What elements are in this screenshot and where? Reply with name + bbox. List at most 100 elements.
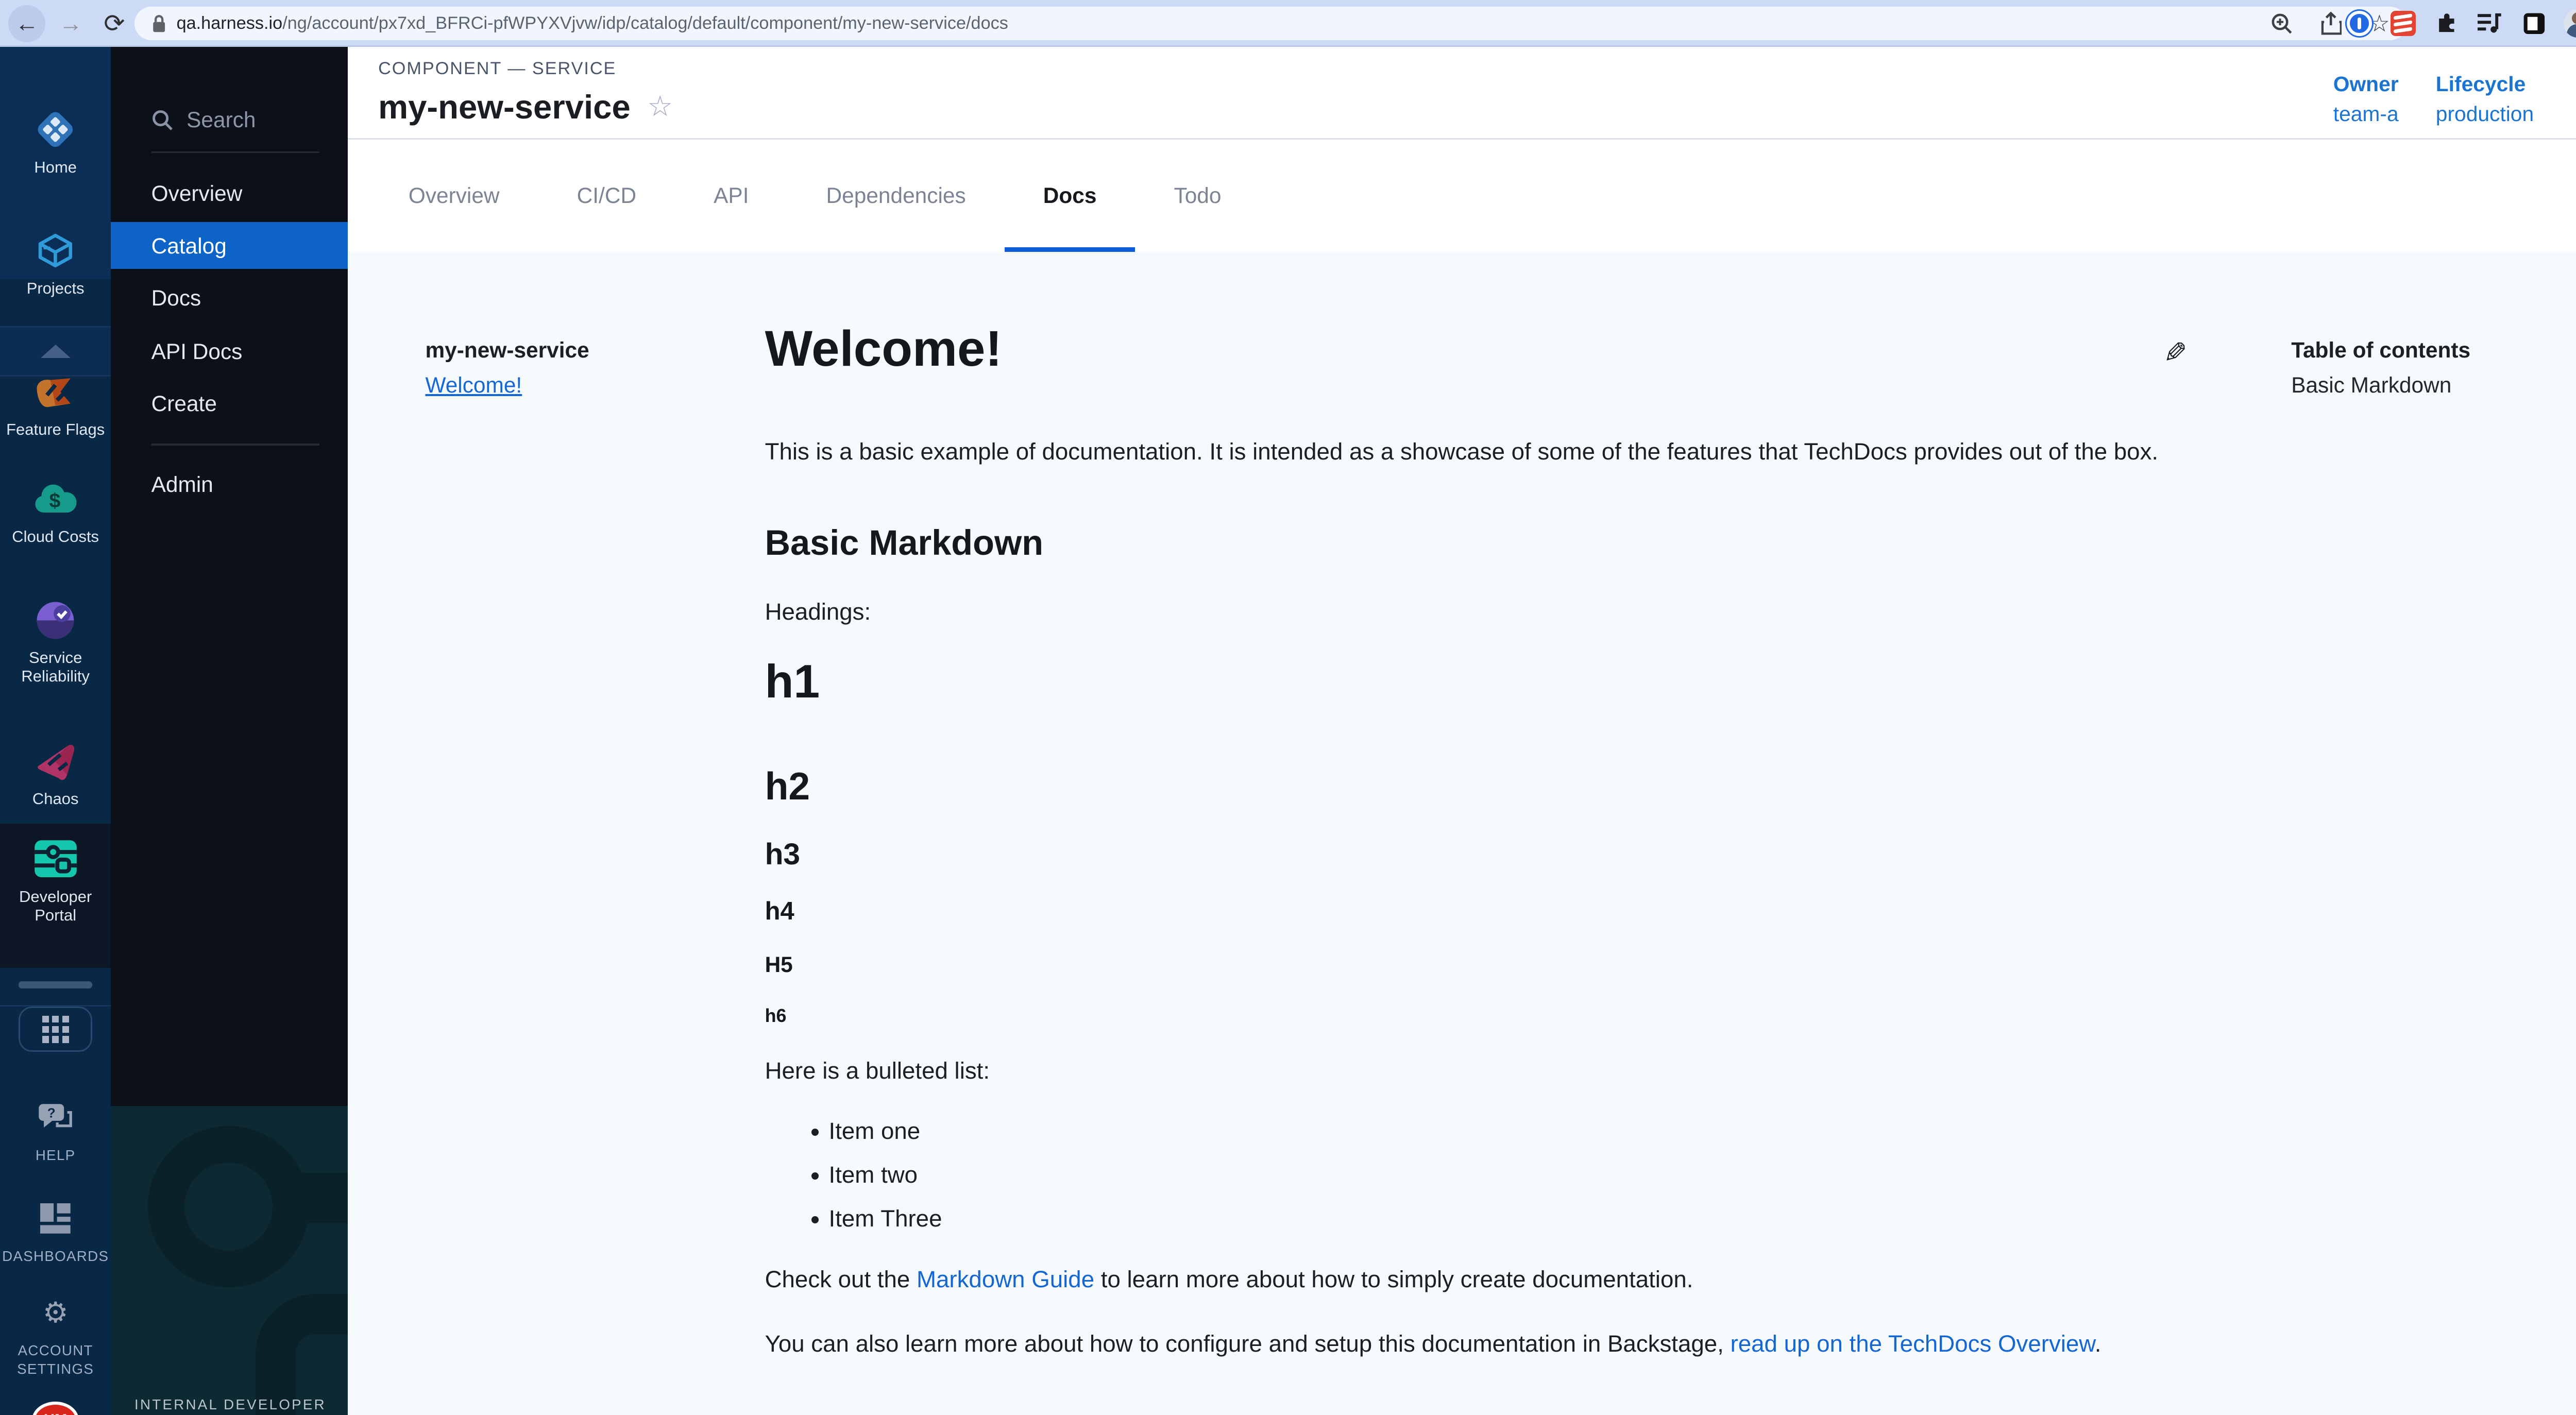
sidebar-item-catalog[interactable]: Catalog <box>111 222 348 269</box>
idp-sidebar: Search Overview Catalog Docs API Docs Cr… <box>111 47 348 1415</box>
tab-api[interactable]: API <box>675 140 787 252</box>
nav-label: Developer Portal <box>0 888 111 925</box>
nav-account-settings[interactable]: ⚙ ACCOUNT SETTINGS <box>0 1291 111 1378</box>
docs-content-area: my-new-service Welcome! ✎ Table of conte… <box>348 252 2576 1415</box>
rail-scroll-up[interactable] <box>0 326 111 377</box>
sidebar-item-overview[interactable]: Overview <box>151 181 243 206</box>
decorative-circuit <box>148 1126 309 1287</box>
feature-flags-icon <box>0 370 111 414</box>
nav-label: HELP <box>0 1146 111 1165</box>
lifecycle-meta[interactable]: Lifecycleproduction <box>2436 69 2534 129</box>
doc-heading-basic-markdown: Basic Markdown <box>765 522 2177 563</box>
nav-chaos[interactable]: Chaos <box>0 740 111 809</box>
brand-label-small: INTERNAL DEVELOPER <box>134 1396 326 1413</box>
sidebar-item-docs[interactable]: Docs <box>151 286 201 311</box>
list-item: Item one <box>829 1110 2177 1153</box>
profile-avatar[interactable] <box>2564 9 2576 38</box>
search-placeholder: Search <box>187 108 256 132</box>
entity-menu-kebab[interactable]: ⋮ <box>2570 77 2576 107</box>
toc-item-basic-markdown[interactable]: Basic Markdown <box>2291 373 2451 398</box>
onepassword-icon[interactable] <box>2345 9 2374 38</box>
chaos-icon <box>0 740 111 783</box>
doc-sample-h6: h6 <box>765 1005 2177 1027</box>
nav-label: Home <box>0 158 111 177</box>
zoom-search-icon[interactable] <box>2268 9 2296 38</box>
nav-service-reliability[interactable]: Service Reliability <box>0 599 111 686</box>
nav-feature-flags[interactable]: Feature Flags <box>0 370 111 439</box>
reload-icon[interactable]: ⟳ <box>96 5 133 42</box>
doc-body: Welcome! This is a basic example of docu… <box>765 252 2177 1415</box>
sidebar-item-admin[interactable]: Admin <box>151 472 213 497</box>
help-chat-icon: ? <box>0 1096 111 1139</box>
url-text: qa.harness.io/ng/account/px7xd_BFRCi-pfW… <box>177 13 1008 33</box>
doc-sample-h1: h1 <box>765 655 2177 709</box>
module-picker-button[interactable] <box>19 1007 93 1052</box>
nav-label: ACCOUNT SETTINGS <box>0 1341 111 1378</box>
sidebar-brand: INTERNAL DEVELOPER Portal <box>111 1106 348 1415</box>
list-item: Item two <box>829 1153 2177 1197</box>
svg-text:$: $ <box>49 490 60 512</box>
nav-dashboards[interactable]: DASHBOARDS <box>0 1197 111 1266</box>
browser-toolbar: ← → ⟳ qa.harness.io/ng/account/px7xd_BFR… <box>0 0 2576 47</box>
techdocs-overview-link[interactable]: read up on the TechDocs Overview <box>1731 1331 2095 1357</box>
extension-puzzle-icon[interactable] <box>2432 9 2461 38</box>
nav-projects[interactable]: Projects <box>0 229 111 298</box>
tab-todo[interactable]: Todo <box>1135 140 1260 252</box>
nav-label: Projects <box>0 279 111 298</box>
tab-dependencies[interactable]: Dependencies <box>788 140 1005 252</box>
docs-nav-title: my-new-service <box>425 338 589 363</box>
forward-arrow-icon[interactable]: → <box>52 5 89 42</box>
home-icon <box>0 108 111 151</box>
favorite-star-icon[interactable]: ☆ <box>647 92 673 121</box>
nav-label: Feature Flags <box>0 420 111 439</box>
chevron-up-icon <box>41 345 71 358</box>
sidebar-item-api-docs[interactable]: API Docs <box>151 339 243 364</box>
back-arrow-icon[interactable]: ← <box>8 5 45 42</box>
breadcrumb: COMPONENT — SERVICE <box>378 59 616 79</box>
doc-heading-table-example: Table Example <box>765 1413 2177 1415</box>
nav-label: Chaos <box>0 790 111 808</box>
entity-tabs: Overview CI/CD API Dependencies Docs Tod… <box>348 140 2576 252</box>
list-item: Item Three <box>829 1197 2177 1241</box>
grid-icon <box>42 1016 69 1043</box>
doc-paragraph: Check out the Markdown Guide to learn mo… <box>765 1263 2177 1297</box>
docs-nav-link-welcome[interactable]: Welcome! <box>425 373 522 398</box>
toc-title: Table of contents <box>2291 338 2470 363</box>
projects-icon <box>0 229 111 272</box>
address-bar[interactable]: qa.harness.io/ng/account/px7xd_BFRCi-pfW… <box>134 7 2407 40</box>
doc-sample-h3: h3 <box>765 837 2177 872</box>
sidebar-toggle-icon[interactable] <box>2520 9 2548 38</box>
nav-developer-portal[interactable]: Developer Portal <box>0 837 111 925</box>
service-reliability-icon <box>0 599 111 642</box>
nav-cloud-costs[interactable]: $ Cloud Costs <box>0 478 111 547</box>
owner-meta[interactable]: Ownerteam-a <box>2333 69 2399 129</box>
module-rail: Home Projects Feature Flags $ Cloud Cost… <box>0 47 111 1415</box>
share-icon[interactable] <box>2316 9 2345 38</box>
doc-sample-h4: h4 <box>765 897 2177 926</box>
search-icon <box>151 109 173 131</box>
nav-help[interactable]: ? HELP <box>0 1096 111 1165</box>
nav-label: Cloud Costs <box>0 527 111 546</box>
doc-heading-welcome: Welcome! <box>765 319 2177 378</box>
user-avatar[interactable]: HM <box>32 1402 79 1415</box>
nav-label: Service Reliability <box>0 649 111 686</box>
doc-paragraph: You can also learn more about how to con… <box>765 1327 2177 1361</box>
rail-drag-handle[interactable] <box>19 981 93 988</box>
sidebar-item-create[interactable]: Create <box>151 391 217 416</box>
gear-icon: ⚙ <box>0 1291 111 1335</box>
tab-overview[interactable]: Overview <box>370 140 538 252</box>
markdown-guide-link[interactable]: Markdown Guide <box>917 1266 1094 1292</box>
doc-paragraph: This is a basic example of documentation… <box>765 435 2177 469</box>
dashboards-icon <box>0 1197 111 1240</box>
nav-label: DASHBOARDS <box>0 1247 111 1266</box>
lock-icon <box>151 14 166 33</box>
tab-cicd[interactable]: CI/CD <box>538 140 675 252</box>
doc-sample-h5: H5 <box>765 952 2177 977</box>
cloud-costs-icon: $ <box>0 478 111 521</box>
reading-list-icon[interactable] <box>2476 9 2504 38</box>
search-input[interactable]: Search <box>151 108 256 132</box>
doc-paragraph: Headings: <box>765 595 2177 629</box>
tab-docs[interactable]: Docs <box>1005 140 1136 252</box>
todoist-icon[interactable] <box>2389 9 2417 38</box>
nav-home[interactable]: Home <box>0 108 111 177</box>
